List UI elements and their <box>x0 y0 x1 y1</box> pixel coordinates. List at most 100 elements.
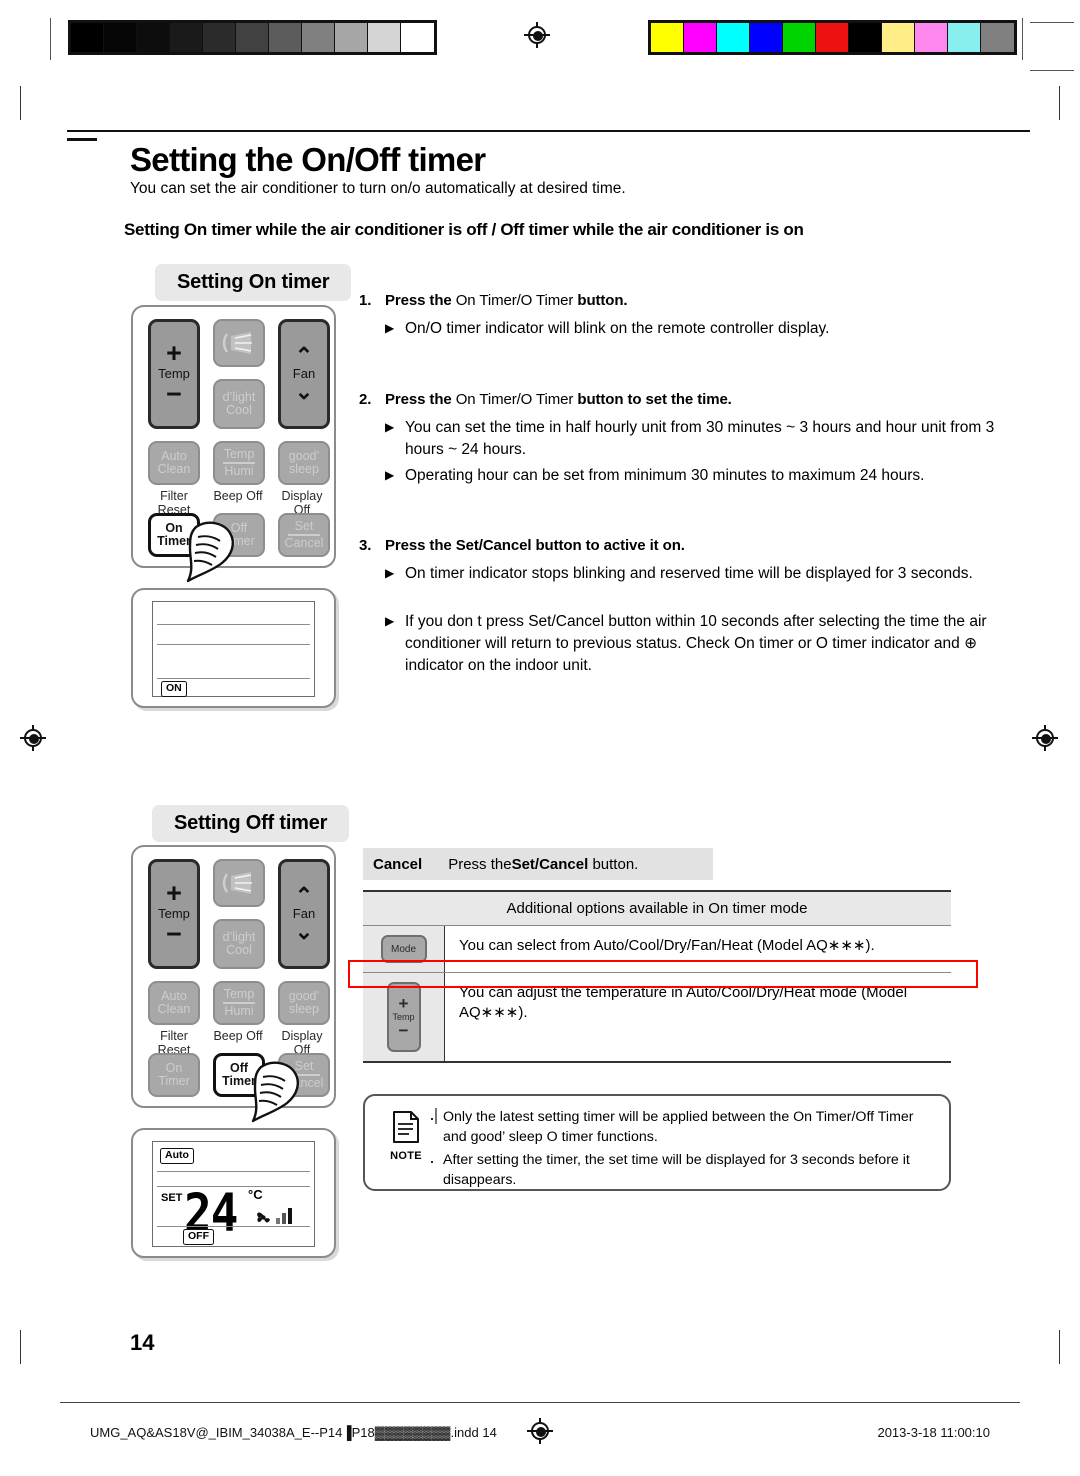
crop-mark-bl-v <box>20 1330 21 1364</box>
humi-top-label: Temp <box>223 986 255 1001</box>
humi-bottom-label: Humi <box>224 1003 254 1018</box>
page-title: Setting the On/Off timer <box>130 140 494 180</box>
note-label: NOTE <box>390 1150 422 1162</box>
remote-off-timer-button-highlighted[interactable]: Off Timer <box>213 1053 265 1097</box>
mode-button-icon[interactable]: Mode <box>380 935 427 963</box>
set-bottom-label: Cancel <box>284 535 324 550</box>
remote-good-sleep-button-on[interactable]: good’ sleep <box>278 441 330 485</box>
bullet-triangle-icon: ▶ <box>385 468 395 482</box>
step-2-heading: 2. Press the On Timer/O Timer button to … <box>359 391 732 408</box>
cancel-key-label: Cancel <box>373 855 423 873</box>
chip-setting-on-timer: Setting On timer <box>155 264 352 301</box>
fan-down-chevron-icon: ⌄ <box>294 919 314 945</box>
temp-plus-label: + <box>166 877 182 908</box>
step-3-bullet-1-text: On timer indicator stops blinking and re… <box>405 565 973 582</box>
remote-off-timer-button-on[interactable]: Off Timer <box>213 513 265 557</box>
sleep-bottom-label: sleep <box>289 1002 319 1016</box>
sleep-top-label: good’ <box>288 448 320 463</box>
bullet-triangle-icon: ▶ <box>385 321 395 335</box>
lcd-screen-off: Auto SET 24 °C OFF <box>152 1141 315 1247</box>
dlight-bottom-label: Cool <box>226 943 252 957</box>
remote-auto-clean-button-off[interactable]: Auto Clean <box>148 981 200 1025</box>
remote-temp-humi-button-off[interactable]: Temp Humi <box>213 981 265 1025</box>
lcd-display-on-timer: ON <box>131 588 336 708</box>
step-2-post: button to set the time. <box>577 391 732 408</box>
remote-control-on-timer: + Temp − d’light Cool ⌃ Fan ⌄ Auto Clean… <box>131 305 336 583</box>
remote-on-timer-button-off[interactable]: On Timer <box>148 1053 200 1097</box>
temp-icon-plus: + <box>398 994 409 1013</box>
off-timer-bottom-label: Timer <box>222 1074 256 1088</box>
on-timer-bottom-label: Timer <box>157 534 191 548</box>
step-2-bullet-1: ▶ You can set the time in half hourly un… <box>385 417 997 461</box>
lcd-line-1 <box>157 624 310 626</box>
remote-fan-button-off[interactable]: ⌃ Fan ⌄ <box>278 859 330 969</box>
title-dash <box>67 138 97 141</box>
lcd-line-1 <box>157 1171 310 1173</box>
air-swing-icon[interactable] <box>213 859 265 907</box>
step-1-mid: On Timer/O Timer <box>455 292 574 309</box>
on-timer-bottom-label: Timer <box>158 1074 190 1088</box>
fan-down-chevron-icon: ⌄ <box>294 379 314 405</box>
step-2-mid: On Timer/O Timer <box>455 391 574 408</box>
caption-beep-off: Beep Off <box>213 1029 263 1043</box>
signal-bars-icon <box>276 1208 292 1224</box>
off-timer-top-label: Off <box>229 1060 249 1075</box>
lcd-auto-badge: Auto <box>160 1148 194 1164</box>
remote-dlight-cool-button-off[interactable]: d’light Cool <box>213 919 265 969</box>
lcd-line-3 <box>157 1226 310 1228</box>
remote-temp-button-off[interactable]: + Temp − <box>148 859 200 969</box>
remote-good-sleep-button-off[interactable]: good’ sleep <box>278 981 330 1025</box>
dlight-top-label: d’light <box>222 389 256 404</box>
off-timer-top-label: Off <box>230 520 248 535</box>
registration-mark-right <box>1032 725 1058 751</box>
step-2-bullet-2: ▶ Operating hour can be set from minimum… <box>385 465 997 487</box>
step-2-bullet-1-text: You can set the time in half hourly unit… <box>405 419 995 458</box>
remote-set-cancel-button-off[interactable]: Set Cancel <box>278 1053 330 1097</box>
note-divider <box>435 1108 437 1124</box>
fan-up-chevron-icon: ⌃ <box>294 882 314 908</box>
remote-control-off-timer: + Temp − d’light Cool ⌃ Fan ⌄ Auto Clean… <box>131 845 336 1123</box>
step-2-number: 2. <box>359 391 372 408</box>
humi-bottom-label: Humi <box>224 463 254 478</box>
remote-temp-button-on[interactable]: + Temp − <box>148 319 200 429</box>
red-annotation-box <box>348 960 978 988</box>
auto-top-label: Auto <box>161 988 187 1003</box>
step-3-bullet-2-text: If you don t press Set/Cancel button wit… <box>405 613 987 674</box>
lcd-on-badge: ON <box>161 681 187 697</box>
humi-top-label: Temp <box>223 446 255 461</box>
auto-bottom-label: Clean <box>157 1002 191 1016</box>
step-2-bullet-2-text: Operating hour can be set from minimum 3… <box>405 467 925 484</box>
step-1-bullet-1: ▶ On/O timer indicator will blink on the… <box>385 318 995 340</box>
remote-set-cancel-button-on[interactable]: Set Cancel <box>278 513 330 557</box>
note-item-1: Only the latest setting timer will be ap… <box>429 1106 935 1148</box>
air-swing-icon[interactable] <box>213 319 265 367</box>
page-number: 14 <box>130 1330 155 1355</box>
temp-icon-minus: − <box>398 1021 409 1040</box>
note-body: Only the latest setting timer will be ap… <box>429 1106 935 1194</box>
dlight-bottom-label: Cool <box>226 403 252 417</box>
step-2-pre: Press the <box>385 391 452 408</box>
step-3-post: Press the Set/Cancel button to active it… <box>385 537 685 554</box>
remote-dlight-cool-button-on[interactable]: d’light Cool <box>213 379 265 429</box>
step-1-heading: 1. Press the On Timer/O Timer button. <box>359 292 628 309</box>
auto-top-label: Auto <box>161 448 187 463</box>
options-table-header: Additional options available in On timer… <box>363 890 951 926</box>
dlight-top-label: d’light <box>222 929 256 944</box>
registration-mark-bottom <box>527 1418 553 1444</box>
cancel-text-pre: Press the <box>448 855 512 873</box>
step-3-bullet-2: ▶ If you don t press Set/Cancel button w… <box>385 611 990 677</box>
bullet-triangle-icon: ▶ <box>385 614 395 628</box>
temp-button-icon[interactable]: + Temp − <box>386 982 421 1052</box>
remote-fan-button-on[interactable]: ⌃ Fan ⌄ <box>278 319 330 429</box>
temp-minus-label: − <box>166 379 182 410</box>
step-1-pre: Press the <box>385 292 452 309</box>
bullet-triangle-icon: ▶ <box>385 566 395 580</box>
temp-minus-label: − <box>166 919 182 950</box>
remote-on-timer-button-highlighted[interactable]: On Timer <box>148 513 200 557</box>
remote-auto-clean-button-on[interactable]: Auto Clean <box>148 441 200 485</box>
remote-temp-humi-button-on[interactable]: Temp Humi <box>213 441 265 485</box>
lcd-line-2 <box>157 644 310 646</box>
set-top-label: Set <box>294 518 314 533</box>
temp-plus-label: + <box>166 337 182 368</box>
intro-text: You can set the air conditioner to turn … <box>130 180 626 197</box>
